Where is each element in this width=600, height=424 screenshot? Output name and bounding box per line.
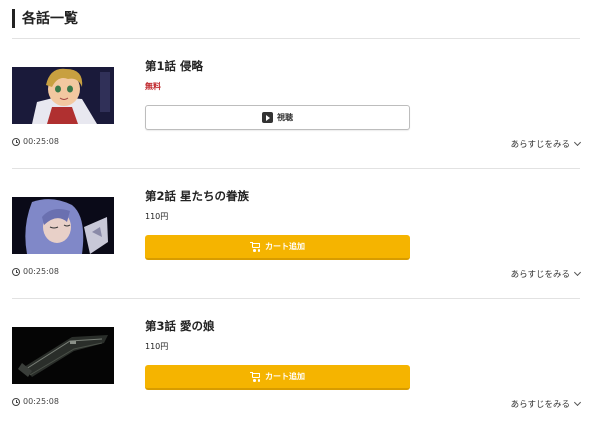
watch-button[interactable]: 視聴 bbox=[145, 105, 410, 130]
episode-thumbnail[interactable] bbox=[12, 197, 114, 254]
episode-title[interactable]: 第2話 星たちの眷族 bbox=[145, 188, 249, 204]
clock-icon bbox=[12, 137, 20, 146]
synopsis-toggle[interactable]: あらすじをみる bbox=[510, 268, 582, 280]
episode-duration: 00:25:08 bbox=[12, 397, 59, 406]
synopsis-toggle[interactable]: あらすじをみる bbox=[510, 138, 582, 150]
section-title: 各話一覧 bbox=[22, 11, 78, 27]
episode-thumbnail[interactable] bbox=[12, 327, 114, 384]
episode-price: 110円 bbox=[145, 342, 169, 351]
chevron-down-icon bbox=[573, 138, 582, 147]
synopsis-label: あらすじをみる bbox=[510, 270, 570, 280]
cart-icon bbox=[250, 241, 261, 252]
synopsis-toggle[interactable]: あらすじをみる bbox=[510, 398, 582, 410]
add-to-cart-button[interactable]: カート追加 bbox=[145, 365, 410, 390]
cart-icon bbox=[250, 371, 261, 382]
clock-icon bbox=[12, 267, 20, 276]
episode-title[interactable]: 第3話 愛の娘 bbox=[145, 318, 215, 334]
watch-button-label: 視聴 bbox=[277, 113, 293, 122]
section-header: 各話一覧 bbox=[12, 8, 78, 28]
episode-duration: 00:25:08 bbox=[12, 267, 59, 276]
cart-button-label: カート追加 bbox=[265, 372, 305, 381]
duration-text: 00:25:08 bbox=[23, 267, 59, 276]
episode-thumbnail[interactable] bbox=[12, 67, 114, 124]
episode-title[interactable]: 第1話 侵略 bbox=[145, 58, 203, 74]
chevron-down-icon bbox=[573, 398, 582, 407]
episode-price: 無料 bbox=[145, 82, 161, 91]
section-accent-bar bbox=[12, 8, 15, 28]
episode-item: 00:25:08 第2話 星たちの眷族 110円 カート追加 あらすじをみる bbox=[0, 168, 600, 298]
episode-item: 00:25:08 第3話 愛の娘 110円 カート追加 あらすじをみる bbox=[0, 298, 600, 424]
synopsis-label: あらすじをみる bbox=[510, 400, 570, 410]
episode-price: 110円 bbox=[145, 212, 169, 221]
chevron-down-icon bbox=[573, 268, 582, 277]
duration-text: 00:25:08 bbox=[23, 397, 59, 406]
synopsis-label: あらすじをみる bbox=[510, 140, 570, 150]
add-to-cart-button[interactable]: カート追加 bbox=[145, 235, 410, 260]
episode-duration: 00:25:08 bbox=[12, 137, 59, 146]
play-icon bbox=[262, 112, 273, 123]
duration-text: 00:25:08 bbox=[23, 137, 59, 146]
episode-item: 00:25:08 第1話 侵略 無料 視聴 あらすじをみる bbox=[0, 38, 600, 168]
cart-button-label: カート追加 bbox=[265, 242, 305, 251]
clock-icon bbox=[12, 397, 20, 406]
